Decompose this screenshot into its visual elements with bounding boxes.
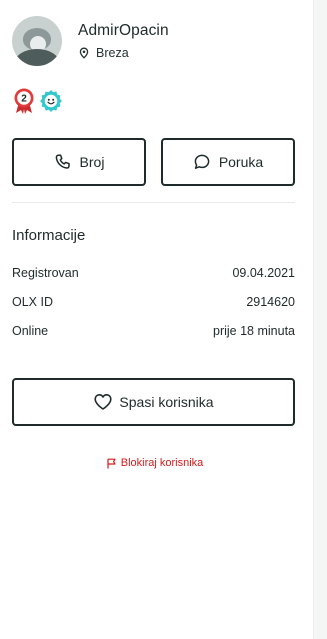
location-pin-icon: [79, 47, 89, 59]
save-user-button-label: Spasi korisnika: [119, 394, 214, 410]
scroll-edge: [313, 0, 327, 639]
message-button-label: Poruka: [218, 154, 264, 170]
info-value: prije 18 minuta: [213, 324, 295, 338]
username[interactable]: AdmirOpacin: [78, 22, 169, 40]
block-user-link[interactable]: Blokiraj korisnika: [0, 457, 309, 469]
save-user-button[interactable]: Spasi korisnika: [12, 378, 295, 426]
block-user-label: Blokiraj korisnika: [120, 457, 204, 469]
message-button[interactable]: Poruka: [161, 138, 295, 186]
profile-text: AdmirOpacin Breza: [78, 22, 169, 60]
location: Breza: [78, 46, 169, 60]
info-row-online: Online prije 18 minuta: [12, 324, 295, 338]
info-value: 2914620: [246, 295, 295, 309]
info-label: Registrovan: [12, 266, 79, 280]
call-button[interactable]: Broj: [12, 138, 146, 186]
phone-icon: [55, 154, 70, 169]
chat-bubble-icon: [194, 154, 210, 169]
info-label: Online: [12, 324, 49, 338]
badges: 2: [12, 88, 66, 114]
smiley-verified-badge-icon[interactable]: [39, 88, 63, 114]
info-row-registered: Registrovan 09.04.2021: [12, 266, 295, 280]
heart-icon: [94, 394, 113, 410]
badge-rank-number: 2: [21, 94, 27, 105]
call-button-label: Broj: [79, 154, 105, 170]
section-divider: [12, 202, 295, 203]
info-value: 09.04.2021: [232, 266, 295, 280]
info-section-title: Informacije: [12, 227, 86, 244]
location-label: Breza: [96, 46, 129, 60]
info-row-olx-id: OLX ID 2914620: [12, 295, 295, 309]
info-label: OLX ID: [12, 295, 53, 309]
rank-2-ribbon-badge-icon[interactable]: 2: [12, 88, 36, 114]
contact-actions: Broj Poruka: [12, 138, 295, 186]
seller-profile: AdmirOpacin Breza: [12, 16, 169, 66]
avatar[interactable]: [12, 16, 62, 66]
flag-icon: [107, 458, 116, 468]
